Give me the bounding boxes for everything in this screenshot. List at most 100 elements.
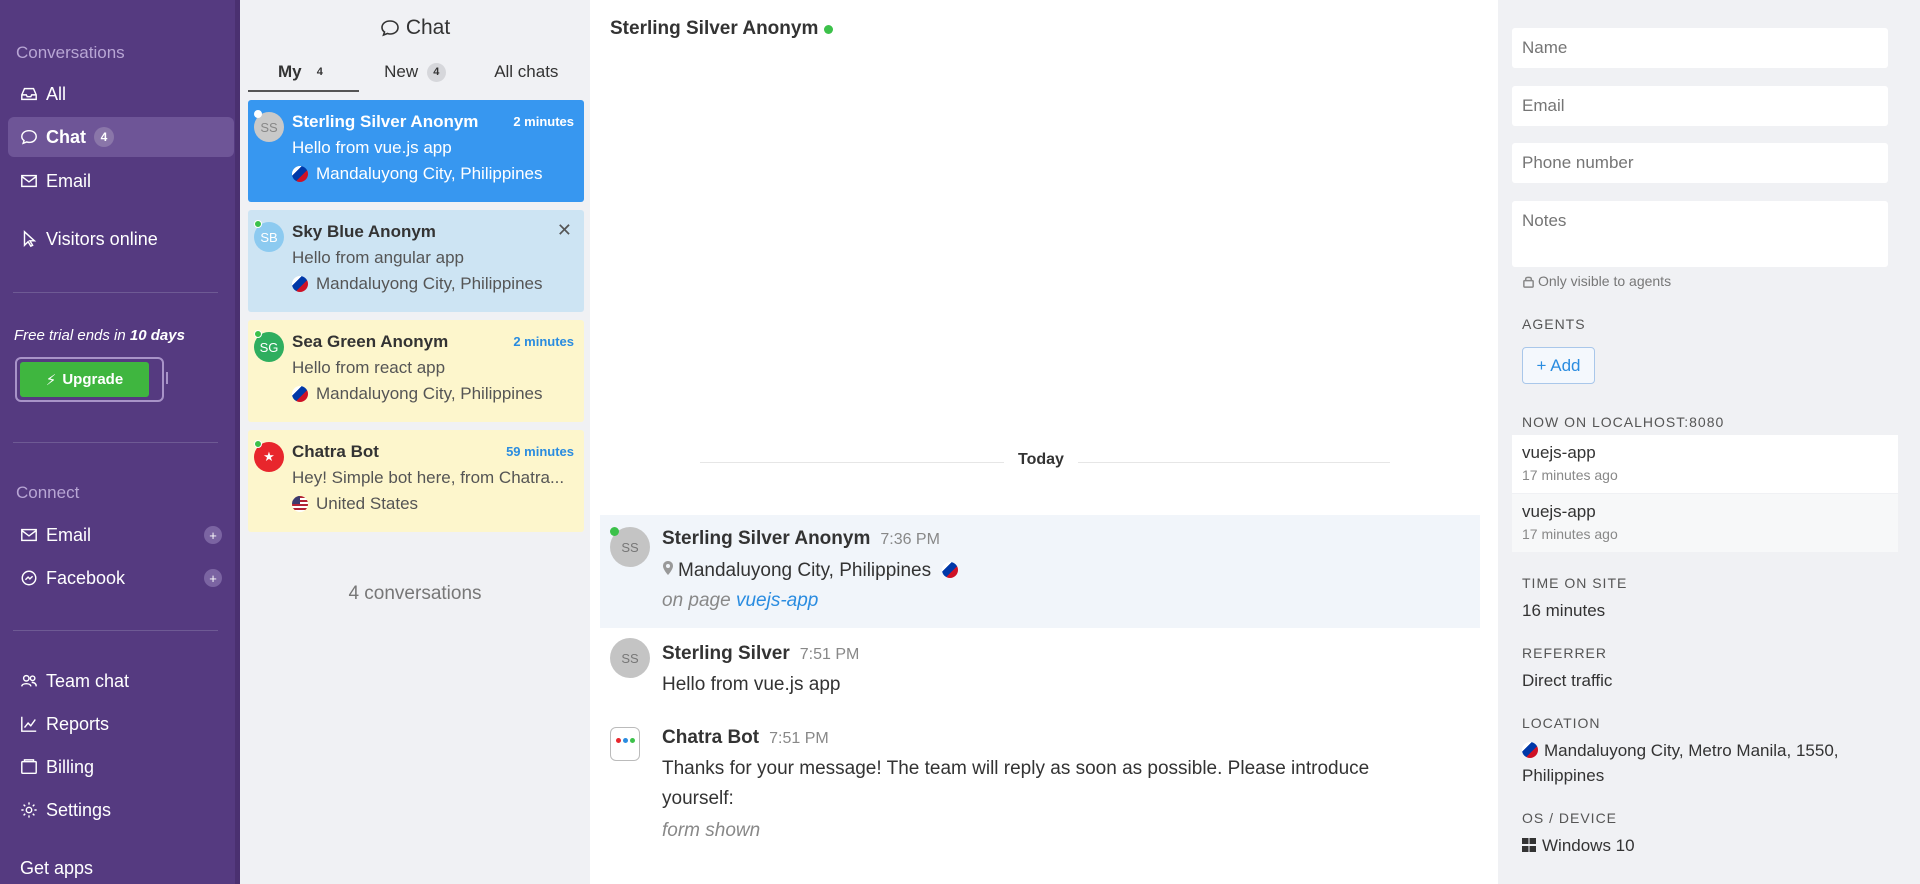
email-field[interactable] (1512, 86, 1888, 126)
event-location: Mandaluyong City, Philippines (662, 556, 964, 586)
chart-line-icon (18, 713, 40, 735)
tab-all-chats[interactable]: All chats (471, 56, 582, 92)
sidebar-item-label: Settings (46, 799, 112, 820)
os-device-value: Windows 10 (1522, 836, 1635, 856)
tab-my[interactable]: My 4 (248, 56, 360, 92)
conversation-item[interactable]: SS Sterling Silver Anonym 2 minutes Hell… (248, 100, 584, 202)
upgrade-box: ⚡ Upgrade (15, 357, 164, 402)
name-field[interactable] (1512, 28, 1888, 68)
conversation-time: 2 minutes (513, 334, 574, 349)
sidebar-item-chat[interactable]: Chat 4 (8, 117, 234, 157)
sidebar-item-label: Chat (46, 126, 86, 147)
chat-list-title: Chat (240, 16, 590, 40)
sidebar-item-settings[interactable]: Settings (8, 790, 234, 830)
conversation-item[interactable]: ★ Chatra Bot 59 minutes Hey! Simple bot … (248, 430, 584, 532)
lightning-icon: ⚡ (45, 371, 57, 389)
philippines-flag-icon (292, 276, 308, 292)
conversation-item[interactable]: SB Sky Blue Anonym ✕ Hello from angular … (248, 210, 584, 312)
message-time: 7:51 PM (799, 646, 860, 663)
inbox-icon (18, 83, 40, 105)
philippines-flag-icon (292, 166, 308, 182)
messenger-icon (18, 567, 40, 589)
message-author: Chatra Bot 7:51 PM (662, 727, 829, 748)
conversation-panel: Sterling Silver Anonym Today SS Sterling… (590, 0, 1498, 884)
sidebar-item-team-chat[interactable]: Team chat (8, 661, 234, 701)
online-status-dot (254, 110, 262, 118)
location-value-line2: Philippines (1522, 766, 1605, 785)
message-author: Sterling Silver Anonym 7:36 PM (662, 528, 940, 549)
philippines-flag-icon (292, 386, 308, 402)
sidebar-item-label: Visitors online (46, 228, 158, 249)
visited-page-row[interactable]: vuejs-app 17 minutes ago (1512, 494, 1898, 552)
referrer-value: Direct traffic (1522, 671, 1613, 690)
windows-icon (1522, 838, 1536, 852)
visited-page-row[interactable]: vuejs-app 17 minutes ago (1512, 435, 1898, 493)
sidebar-item-email[interactable]: Email (8, 161, 234, 201)
online-status-dot (254, 220, 262, 228)
sidebar-item-label: Email (46, 170, 92, 191)
location-value: Mandaluyong City, Metro Manila, 1550, (1522, 741, 1839, 761)
visited-page-name: vuejs-app (1522, 443, 1596, 462)
sidebar-item-billing[interactable]: Billing (8, 747, 234, 787)
wallet-icon (18, 756, 40, 778)
message-text: Thanks for your message! The team will r… (662, 758, 1370, 809)
close-icon[interactable]: ✕ (557, 220, 572, 241)
chat-list-panel: Chat My 4 New 4 All chats SS Sterling Si… (240, 0, 590, 884)
conversation-preview: Hello from vue.js app (292, 138, 452, 157)
conversation-time: 2 minutes (513, 114, 574, 129)
team-icon (18, 670, 40, 692)
sidebar-item-visitors-online[interactable]: Visitors online (8, 219, 234, 259)
conversation-location: Mandaluyong City, Philippines (292, 384, 574, 404)
visitor-info-panel: Only visible to agents AGENTS + Add NOW … (1498, 0, 1920, 884)
sidebar-item-label: All (46, 83, 67, 104)
message-note: form shown (662, 820, 761, 841)
online-status-dot (610, 527, 619, 536)
add-facebook-button[interactable]: + (204, 569, 222, 587)
location-label: LOCATION (1522, 715, 1601, 731)
add-agent-button[interactable]: + Add (1522, 347, 1595, 384)
conversation-location: Mandaluyong City, Philippines (292, 274, 574, 294)
conversation-location: Mandaluyong City, Philippines (292, 164, 574, 184)
tab-count-badge: 4 (316, 66, 323, 78)
upgrade-tick (166, 372, 168, 384)
conversation-count: 4 conversations (348, 583, 482, 604)
cursor-icon (18, 228, 40, 250)
trial-notice: Free trial ends in 10 days (14, 327, 185, 344)
sidebar-item-label: Facebook (46, 567, 126, 588)
conversation-name: Sky Blue Anonym (292, 222, 436, 241)
online-status-dot (254, 440, 262, 448)
upgrade-button[interactable]: ⚡ Upgrade (20, 362, 149, 397)
sidebar-item-connect-email[interactable]: Email + (8, 515, 234, 555)
os-device-label: OS / DEVICE (1522, 810, 1618, 826)
event-page: on page vuejs-app (662, 590, 819, 611)
referrer-label: REFERRER (1522, 645, 1608, 661)
tab-new[interactable]: New 4 (359, 56, 470, 92)
gear-icon (18, 799, 40, 821)
notes-hint: Only visible to agents (1522, 273, 1671, 289)
agents-label: AGENTS (1522, 316, 1586, 332)
sidebar-item-all[interactable]: All (8, 74, 234, 114)
conversation-header: Sterling Silver Anonym (610, 18, 834, 40)
visited-page-time: 17 minutes ago (1522, 526, 1618, 542)
day-separator: Today (1004, 451, 1078, 469)
notes-field[interactable] (1512, 201, 1888, 267)
sidebar-item-connect-facebook[interactable]: Facebook + (8, 558, 234, 598)
page-link[interactable]: vuejs-app (736, 590, 818, 611)
usa-flag-icon (292, 496, 308, 512)
envelope-icon (18, 170, 40, 192)
visited-page-time: 17 minutes ago (1522, 467, 1618, 483)
add-email-button[interactable]: + (204, 526, 222, 544)
message-text: Hello from vue.js app (662, 674, 841, 695)
conversation-item[interactable]: SG Sea Green Anonym 2 minutes Hello from… (248, 320, 584, 422)
lock-icon (1523, 276, 1534, 288)
message-time: 7:36 PM (880, 531, 940, 548)
sidebar-item-reports[interactable]: Reports (8, 704, 234, 744)
sidebar-item-label: Billing (46, 756, 95, 777)
message-author: Sterling Silver 7:51 PM (662, 643, 860, 664)
avatar: SS (610, 638, 650, 678)
conversations-section-label: Conversations (16, 43, 125, 62)
get-apps-link[interactable]: Get apps (20, 858, 93, 879)
phone-field[interactable] (1512, 143, 1888, 183)
envelope-icon (18, 524, 40, 546)
sidebar-divider (13, 442, 218, 443)
